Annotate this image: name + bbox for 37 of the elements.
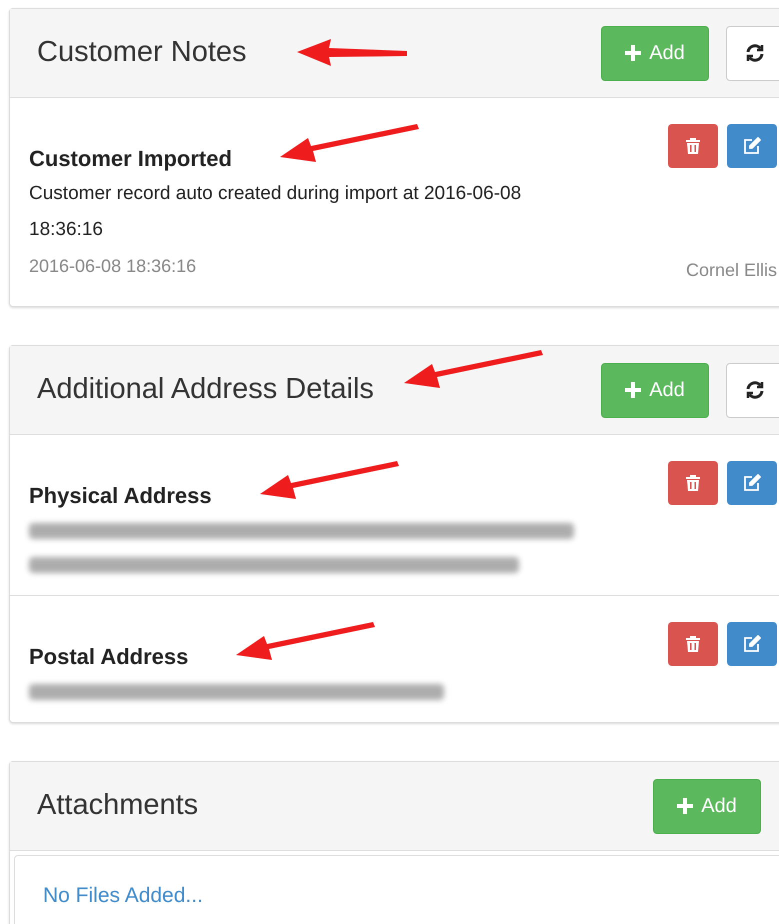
edit-button[interactable] [727, 124, 777, 168]
delete-button[interactable] [668, 461, 718, 505]
refresh-icon [745, 380, 765, 400]
plus-icon [625, 45, 642, 61]
refresh-button[interactable] [726, 362, 779, 418]
note-author: Cornel Ellis [686, 259, 777, 282]
panel-title: Customer Notes [37, 35, 247, 70]
item-title: Postal Address [29, 643, 188, 671]
annotation-arrow-icon [260, 461, 400, 501]
plus-icon [625, 382, 642, 398]
item-title: Customer Imported [29, 145, 232, 173]
item-title: Physical Address [29, 482, 212, 510]
edit-icon [743, 137, 761, 155]
delete-button[interactable] [668, 622, 718, 666]
edit-icon [743, 474, 761, 492]
delete-button[interactable] [668, 124, 718, 168]
trash-icon [686, 636, 700, 652]
refresh-icon [745, 43, 765, 63]
add-button[interactable]: Add [601, 26, 709, 80]
annotation-arrow-icon [296, 39, 409, 67]
add-button[interactable]: Add [601, 362, 709, 418]
panel-title: Additional Address Details [37, 372, 374, 408]
empty-message: No Files Added... [43, 884, 203, 907]
trash-icon [686, 138, 700, 154]
edit-button[interactable] [727, 461, 777, 505]
note-text: Customer record auto created during import at 2016-06-08 18:36:16 [29, 182, 522, 242]
annotation-arrow-icon [236, 622, 376, 662]
edit-button[interactable] [727, 622, 777, 666]
refresh-button[interactable] [726, 26, 779, 80]
plus-icon [677, 798, 694, 814]
note-date: 2016-06-08 18:36:16 [29, 255, 198, 278]
edit-icon [743, 635, 761, 653]
annotation-arrow-icon [404, 350, 544, 390]
annotation-arrow-icon [280, 124, 420, 164]
trash-icon [686, 475, 700, 491]
add-button[interactable]: Add [653, 778, 761, 834]
panel-title: Attachments [37, 788, 198, 824]
